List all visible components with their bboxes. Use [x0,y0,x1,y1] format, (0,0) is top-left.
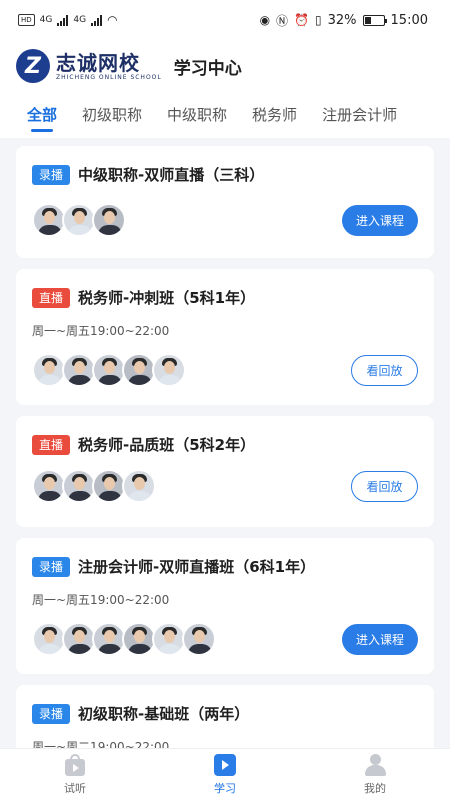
course-schedule: 周一~周五19:00~22:00 [32,593,170,607]
course-title: 税务师-冲刺班（5科1年） [78,289,256,307]
nav-trial[interactable]: 试听 [35,753,115,796]
signal-icon [91,14,103,26]
course-card[interactable]: 直播 税务师-品质班（5科2年） 看回放 [16,416,434,527]
wifi-icon: ◠ [107,13,118,27]
course-card-header: 录播 注册会计师-双师直播班（6科1年） [32,556,418,577]
teacher-avatar [62,469,96,503]
teacher-avatar [32,203,66,237]
status-left: HD 4G 4G ◠ [18,13,118,27]
teacher-avatar [122,469,156,503]
bottom-nav: 试听 学习 我的 [0,748,450,800]
teacher-avatar [92,622,126,656]
network-left: 4G [39,15,53,25]
user-icon [362,753,388,777]
course-card-footer: 进入课程 [32,203,418,237]
teacher-avatar [62,353,96,387]
tab-tax-advisor[interactable]: 税务师 [252,92,297,138]
course-card-footer: 看回放 [32,353,418,387]
logo: 志诚网校 ZHICHENG ONLINE SCHOOL [56,52,162,81]
live-badge: 直播 [32,434,71,455]
course-card-header: 直播 税务师-品质班（5科2年） [32,434,418,455]
tab-cpa[interactable]: 注册会计师 [322,92,397,138]
alarm-icon: ⏰ [294,13,310,27]
category-tabs: 全部 初级职称 中级职称 税务师 注册会计师 [0,92,450,138]
status-right: ◉ Ⓝ ⏰ ▯ 32% 15:00 [260,12,428,29]
watch-replay-button[interactable]: 看回放 [351,354,418,386]
battery-percent: 32% [327,12,357,28]
hd-badge: HD [18,14,35,26]
teacher-avatar [122,622,156,656]
recorded-badge: 录播 [32,556,71,577]
eye-icon: ◉ [259,13,271,27]
course-list[interactable]: 录播 中级职称-双师直播（三科） 进入课程 直播 税务师-冲刺班（5科1年） 周… [16,146,434,748]
teacher-avatar [32,353,66,387]
course-title: 注册会计师-双师直播班（6科1年） [78,558,316,576]
course-card-header: 录播 初级职称-基础班（两年） [32,703,418,724]
status-bar: HD 4G 4G ◠ ◉ Ⓝ ⏰ ▯ 32% 15:00 [0,0,450,40]
teacher-avatars [32,469,156,503]
course-title: 中级职称-双师直播（三科） [78,166,265,184]
live-badge: 直播 [32,287,71,308]
clock: 15:00 [390,12,428,28]
course-card[interactable]: 录播 中级职称-双师直播（三科） 进入课程 [16,146,434,258]
teacher-avatar [62,203,96,237]
teacher-avatar [152,622,186,656]
enter-course-button[interactable]: 进入课程 [342,623,418,655]
tab-all[interactable]: 全部 [27,92,57,138]
course-card[interactable]: 直播 税务师-冲刺班（5科1年） 周一~周五19:00~22:00 看回放 [16,269,434,405]
page-title: 学习中心 [173,58,242,79]
tab-intermediate-title[interactable]: 中级职称 [167,92,227,138]
logo-name: 志诚网校 [56,50,140,75]
course-card-footer: 看回放 [32,469,418,503]
course-card-header: 录播 中级职称-双师直播（三科） [32,164,418,185]
teacher-avatar [122,353,156,387]
teacher-avatar [92,469,126,503]
teacher-avatar [32,469,66,503]
teacher-avatars [32,353,186,387]
course-schedule: 周一~周五19:00~22:00 [32,324,170,338]
app-header: Z 志诚网校 ZHICHENG ONLINE SCHOOL 学习中心 [0,40,450,92]
nfc-icon: Ⓝ [276,13,289,28]
nav-study[interactable]: 学习 [185,753,265,796]
signal-icon [57,14,69,26]
tab-junior-title[interactable]: 初级职称 [82,92,142,138]
logo-english-name: ZHICHENG ONLINE SCHOOL [56,73,162,81]
nav-label: 学习 [214,782,236,795]
teacher-avatars [32,203,126,237]
logo-icon: Z [16,49,50,83]
teacher-avatar [32,622,66,656]
trial-bag-icon [62,753,88,777]
course-card[interactable]: 录播 初级职称-基础班（两年） 周一~周二19:00~22:00 [16,685,434,748]
study-play-icon [212,753,238,777]
watch-replay-button[interactable]: 看回放 [351,470,418,502]
course-schedule: 周一~周二19:00~22:00 [32,740,170,748]
course-card[interactable]: 录播 注册会计师-双师直播班（6科1年） 周一~周五19:00~22:00 进入… [16,538,434,674]
enter-course-button[interactable]: 进入课程 [342,204,418,236]
course-card-footer: 进入课程 [32,622,418,656]
teacher-avatar [92,203,126,237]
nav-label: 试听 [64,782,86,795]
network-right: 4G [73,15,87,25]
course-title: 税务师-品质班（5科2年） [78,436,256,454]
teacher-avatar [182,622,216,656]
teacher-avatar [92,353,126,387]
recorded-badge: 录播 [32,164,71,185]
nav-mine[interactable]: 我的 [335,753,415,796]
teacher-avatar [62,622,96,656]
battery-icon [362,14,387,26]
course-title: 初级职称-基础班（两年） [78,705,250,723]
teacher-avatars [32,622,216,656]
vibrate-icon: ▯ [315,13,322,27]
teacher-avatar [152,353,186,387]
course-card-header: 直播 税务师-冲刺班（5科1年） [32,287,418,308]
nav-label: 我的 [364,782,386,795]
recorded-badge: 录播 [32,703,71,724]
